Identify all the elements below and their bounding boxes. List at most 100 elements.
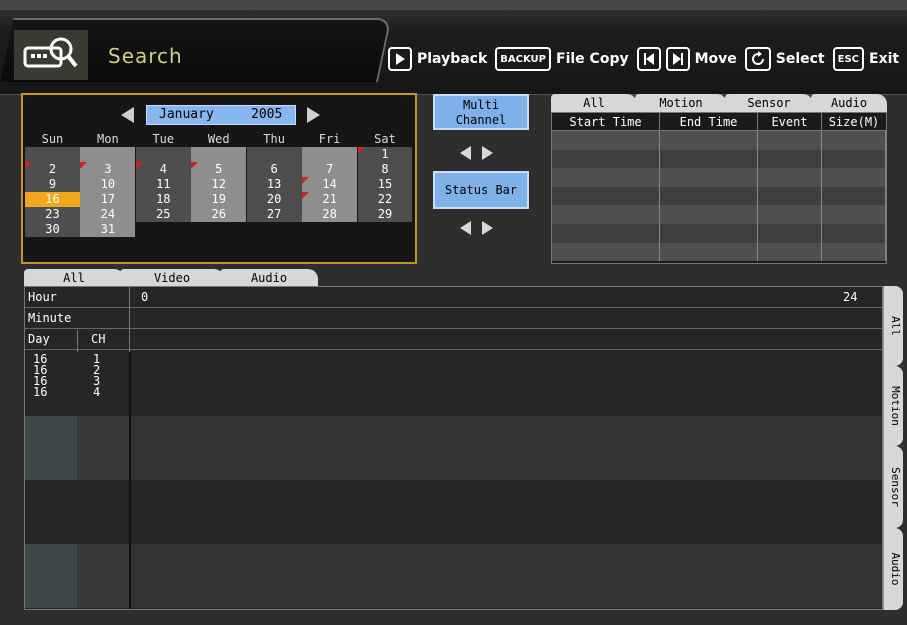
calendar-day[interactable]: 19 [191, 192, 247, 207]
timeline-track[interactable] [130, 352, 882, 416]
calendar-day[interactable]: 14 [302, 177, 358, 192]
calendar-day[interactable]: 8 [357, 162, 413, 177]
table-row[interactable] [552, 205, 886, 224]
side-tab-sensor-label: Sensor [889, 467, 902, 507]
timeline-band[interactable] [25, 544, 882, 608]
calendar-day[interactable]: 12 [191, 177, 247, 192]
calendar-day[interactable]: 30 [25, 222, 80, 237]
page-title: Search [108, 44, 183, 68]
calendar-day[interactable]: 13 [246, 177, 302, 192]
calendar-week-row: 2345678 [25, 162, 413, 177]
side-tab-all[interactable]: All [883, 286, 903, 366]
event-filter-tabs: All Motion Sensor Audio [551, 94, 887, 112]
calendar-day[interactable]: 26 [191, 207, 247, 222]
event-list-header: Start Time End Time Event Size(M) [552, 113, 886, 131]
calendar-day[interactable]: 28 [302, 207, 358, 222]
calendar-day[interactable]: 4 [135, 162, 191, 177]
search-dvr-icon [14, 30, 88, 80]
calendar-day[interactable]: 17 [80, 192, 136, 207]
tab-video[interactable]: Video [120, 269, 224, 287]
hour-start: 0 [141, 290, 149, 304]
calendar-week-row: 1 [25, 147, 413, 162]
calendar-day[interactable]: 9 [25, 177, 80, 192]
calendar-day[interactable]: 10 [80, 177, 136, 192]
weekday-label: Sun [41, 132, 64, 146]
table-row[interactable] [552, 223, 886, 243]
calendar-day[interactable]: 31 [80, 222, 136, 237]
header-bar: Search Playback BACKUP File Copy Move Se… [0, 0, 907, 95]
left-arrow-icon[interactable] [460, 221, 471, 235]
record-marker-icon [302, 192, 310, 199]
calendar-day[interactable]: 18 [135, 192, 191, 207]
right-arrow-icon[interactable] [482, 146, 493, 160]
multi-channel-button[interactable]: Multi Channel [433, 94, 529, 130]
calendar-day[interactable]: 16 [25, 192, 80, 207]
calendar-empty-cell [80, 147, 136, 162]
tab-audio[interactable]: Audio [220, 269, 318, 287]
calendar-day[interactable]: 7 [302, 162, 358, 177]
prev-key-icon [636, 47, 661, 71]
calendar-day[interactable]: 1 [357, 147, 413, 162]
month-year-selector[interactable]: January 2005 [146, 105, 296, 125]
record-day-list: 16 16 16 16 [33, 353, 47, 398]
calendar-week-row: 16 17 18 19 20 21 22 [25, 192, 413, 207]
calendar-day[interactable]: 21 [302, 192, 358, 207]
status-bar-arrows[interactable] [456, 221, 506, 237]
calendar-day[interactable]: 3 [80, 162, 136, 177]
calendar-day[interactable]: 22 [357, 192, 413, 207]
calendar-empty-cell [246, 147, 302, 162]
help-playback-label: Playback [417, 51, 488, 67]
tab-all[interactable]: All [24, 269, 124, 287]
table-row[interactable] [552, 149, 886, 169]
timeline-band[interactable] [25, 352, 882, 416]
right-arrow-icon[interactable] [482, 221, 493, 235]
calendar-day[interactable]: 24 [80, 207, 136, 222]
weekday-header-row: Sun Mon Tue Wed Thu Fri Sat [25, 132, 413, 147]
calendar-day[interactable]: 20 [246, 192, 302, 207]
prev-month-arrow-icon[interactable] [121, 107, 134, 123]
select-dial-icon [744, 47, 771, 71]
tab-all[interactable]: All [551, 94, 637, 112]
tab-sensor[interactable]: Sensor [725, 94, 813, 112]
record-ch[interactable]: 4 [93, 386, 100, 398]
calendar-day[interactable]: 25 [135, 207, 191, 222]
timeline-track[interactable] [130, 416, 882, 480]
hour-row: Hour 0 24 [25, 287, 882, 308]
side-tab-motion[interactable]: Motion [883, 366, 903, 446]
calendar-day[interactable]: 2 [25, 162, 80, 177]
record-marker-icon [357, 147, 365, 154]
multi-channel-arrows[interactable] [456, 146, 506, 162]
day-cell [25, 480, 77, 544]
record-marker-icon [302, 177, 310, 184]
multi-channel-label-line1: Multi [462, 98, 500, 112]
tab-motion[interactable]: Motion [635, 94, 727, 112]
timeline-body[interactable]: 16 16 16 16 1 2 3 4 [25, 352, 882, 609]
table-row[interactable] [552, 131, 886, 150]
calendar-day[interactable]: 27 [246, 207, 302, 222]
calendar-empty-cell [302, 222, 357, 237]
calendar-day[interactable]: 23 [25, 207, 80, 222]
calendar-day[interactable]: 11 [135, 177, 191, 192]
calendar-day[interactable]: 15 [357, 177, 413, 192]
weekday-label: Tue [152, 132, 175, 146]
timeline-track[interactable] [130, 544, 882, 608]
status-bar-button[interactable]: Status Bar [433, 171, 529, 209]
header-top-strip [0, 0, 907, 10]
timeline-band[interactable] [25, 416, 882, 480]
timeline-panel: Hour 0 24 Minute Day CH 16 16 16 16 1 2 … [24, 286, 883, 610]
table-row[interactable] [552, 186, 886, 206]
table-row[interactable] [552, 168, 886, 187]
calendar-day[interactable]: 6 [246, 162, 302, 177]
calendar-day[interactable]: 29 [357, 207, 413, 222]
next-month-arrow-icon[interactable] [307, 107, 320, 123]
left-arrow-icon[interactable] [460, 146, 471, 160]
timeline-band[interactable] [25, 480, 882, 544]
record-day[interactable]: 16 [33, 386, 47, 398]
side-tab-sensor[interactable]: Sensor [883, 446, 903, 528]
table-row[interactable] [552, 242, 886, 262]
side-tab-audio[interactable]: Audio [883, 528, 903, 610]
timeline-track[interactable] [130, 480, 882, 544]
calendar-day[interactable]: 5 [191, 162, 247, 177]
record-ch-list: 1 2 3 4 [93, 353, 100, 398]
tab-audio[interactable]: Audio [811, 94, 887, 112]
